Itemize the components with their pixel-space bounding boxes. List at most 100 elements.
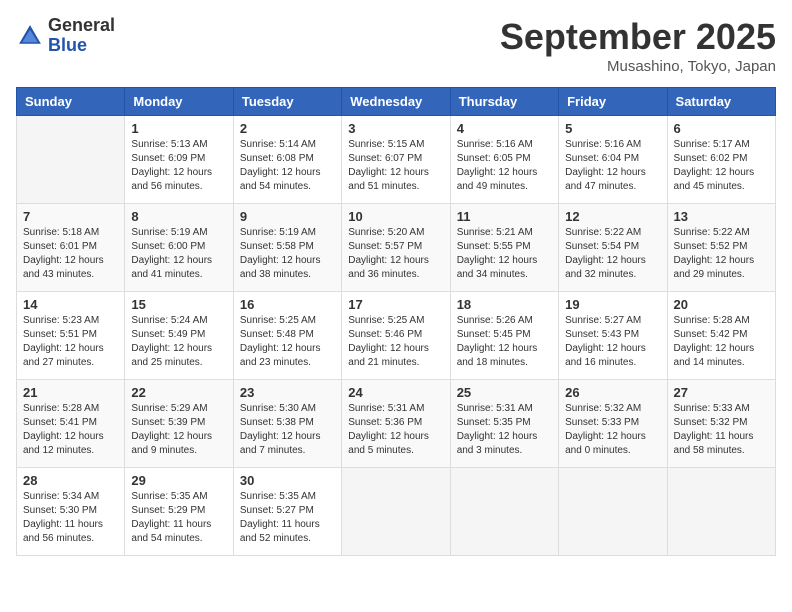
day-number: 29 bbox=[131, 473, 226, 488]
day-number: 21 bbox=[23, 385, 118, 400]
week-row-4: 21 Sunrise: 5:28 AM Sunset: 5:41 PM Dayli… bbox=[17, 380, 776, 468]
calendar-cell: 11 Sunrise: 5:21 AM Sunset: 5:55 PM Dayli… bbox=[450, 204, 558, 292]
calendar-cell bbox=[17, 116, 125, 204]
calendar-cell: 6Sunrise: 5:17 AM Sunset: 6:02 PM Daylig… bbox=[667, 116, 775, 204]
day-info: Sunrise: 5:20 AM Sunset: 5:57 PM Dayligh… bbox=[348, 226, 443, 282]
day-number: 18 bbox=[457, 297, 552, 312]
day-info: Sunrise: 5:23 AM Sunset: 5:51 PM Dayligh… bbox=[23, 314, 118, 370]
day-number: 19 bbox=[565, 297, 660, 312]
day-info: Sunrise: 5:33 AM Sunset: 5:32 PM Dayligh… bbox=[674, 402, 769, 458]
day-number: 12 bbox=[565, 209, 660, 224]
day-info: Sunrise: 5:28 AM Sunset: 5:42 PM Dayligh… bbox=[674, 314, 769, 370]
day-info: Sunrise: 5:22 AM Sunset: 5:54 PM Dayligh… bbox=[565, 226, 660, 282]
calendar-cell: 26 Sunrise: 5:32 AM Sunset: 5:33 PM Dayli… bbox=[559, 380, 667, 468]
day-info: Sunrise: 5:31 AM Sunset: 5:36 PM Dayligh… bbox=[348, 402, 443, 458]
day-number: 24 bbox=[348, 385, 443, 400]
day-info: Sunrise: 5:32 AM Sunset: 5:33 PM Dayligh… bbox=[565, 402, 660, 458]
calendar-cell: 9Sunrise: 5:19 AM Sunset: 5:58 PM Daylig… bbox=[233, 204, 341, 292]
day-info: Sunrise: 5:14 AM Sunset: 6:08 PM Dayligh… bbox=[240, 138, 335, 194]
day-info: Sunrise: 5:15 AM Sunset: 6:07 PM Dayligh… bbox=[348, 138, 443, 194]
calendar-cell bbox=[450, 468, 558, 556]
calendar-cell: 3Sunrise: 5:15 AM Sunset: 6:07 PM Daylig… bbox=[342, 116, 450, 204]
calendar-cell: 8 Sunrise: 5:19 AM Sunset: 6:00 PM Daylig… bbox=[125, 204, 233, 292]
day-number: 22 bbox=[131, 385, 226, 400]
day-number: 9 bbox=[240, 209, 335, 224]
day-number: 11 bbox=[457, 209, 552, 224]
day-number: 17 bbox=[348, 297, 443, 312]
weekday-header-friday: Friday bbox=[559, 88, 667, 116]
calendar-cell: 1 Sunrise: 5:13 AM Sunset: 6:09 PM Daylig… bbox=[125, 116, 233, 204]
calendar-cell: 2 Sunrise: 5:14 AM Sunset: 6:08 PM Daylig… bbox=[233, 116, 341, 204]
calendar-cell bbox=[559, 468, 667, 556]
week-row-5: 28 Sunrise: 5:34 AM Sunset: 5:30 PM Dayli… bbox=[17, 468, 776, 556]
weekday-header-row: SundayMondayTuesdayWednesdayThursdayFrid… bbox=[17, 88, 776, 116]
day-number: 7 bbox=[23, 209, 118, 224]
calendar-cell: 25Sunrise: 5:31 AM Sunset: 5:35 PM Dayli… bbox=[450, 380, 558, 468]
day-info: Sunrise: 5:26 AM Sunset: 5:45 PM Dayligh… bbox=[457, 314, 552, 370]
calendar-cell: 23 Sunrise: 5:30 AM Sunset: 5:38 PM Dayli… bbox=[233, 380, 341, 468]
day-number: 20 bbox=[674, 297, 769, 312]
day-number: 27 bbox=[674, 385, 769, 400]
calendar-cell bbox=[667, 468, 775, 556]
weekday-header-wednesday: Wednesday bbox=[342, 88, 450, 116]
day-number: 4 bbox=[457, 121, 552, 136]
calendar-cell bbox=[342, 468, 450, 556]
day-number: 8 bbox=[131, 209, 226, 224]
logo-text: General Blue bbox=[48, 16, 115, 56]
calendar-cell: 29 Sunrise: 5:35 AM Sunset: 5:29 PM Dayli… bbox=[125, 468, 233, 556]
title-area: September 2025 Musashino, Tokyo, Japan bbox=[500, 16, 776, 75]
calendar-cell: 5 Sunrise: 5:16 AM Sunset: 6:04 PM Daylig… bbox=[559, 116, 667, 204]
day-info: Sunrise: 5:16 AM Sunset: 6:05 PM Dayligh… bbox=[457, 138, 552, 194]
weekday-header-tuesday: Tuesday bbox=[233, 88, 341, 116]
day-number: 23 bbox=[240, 385, 335, 400]
day-info: Sunrise: 5:25 AM Sunset: 5:46 PM Dayligh… bbox=[348, 314, 443, 370]
calendar-cell: 10Sunrise: 5:20 AM Sunset: 5:57 PM Dayli… bbox=[342, 204, 450, 292]
location-title: Musashino, Tokyo, Japan bbox=[500, 58, 776, 75]
day-info: Sunrise: 5:22 AM Sunset: 5:52 PM Dayligh… bbox=[674, 226, 769, 282]
week-row-1: 1 Sunrise: 5:13 AM Sunset: 6:09 PM Daylig… bbox=[17, 116, 776, 204]
calendar-cell: 18 Sunrise: 5:26 AM Sunset: 5:45 PM Dayli… bbox=[450, 292, 558, 380]
day-number: 2 bbox=[240, 121, 335, 136]
day-info: Sunrise: 5:28 AM Sunset: 5:41 PM Dayligh… bbox=[23, 402, 118, 458]
calendar-cell: 7 Sunrise: 5:18 AM Sunset: 6:01 PM Daylig… bbox=[17, 204, 125, 292]
day-number: 1 bbox=[131, 121, 226, 136]
calendar-cell: 13 Sunrise: 5:22 AM Sunset: 5:52 PM Dayli… bbox=[667, 204, 775, 292]
day-number: 30 bbox=[240, 473, 335, 488]
day-number: 15 bbox=[131, 297, 226, 312]
day-number: 28 bbox=[23, 473, 118, 488]
day-info: Sunrise: 5:35 AM Sunset: 5:29 PM Dayligh… bbox=[131, 490, 226, 546]
day-number: 25 bbox=[457, 385, 552, 400]
logo: General Blue bbox=[16, 16, 115, 56]
calendar-cell: 24 Sunrise: 5:31 AM Sunset: 5:36 PM Dayli… bbox=[342, 380, 450, 468]
week-row-2: 7 Sunrise: 5:18 AM Sunset: 6:01 PM Daylig… bbox=[17, 204, 776, 292]
calendar-cell: 15 Sunrise: 5:24 AM Sunset: 5:49 PM Dayli… bbox=[125, 292, 233, 380]
day-number: 26 bbox=[565, 385, 660, 400]
day-info: Sunrise: 5:24 AM Sunset: 5:49 PM Dayligh… bbox=[131, 314, 226, 370]
header: General Blue September 2025 Musashino, T… bbox=[16, 16, 776, 75]
calendar-cell: 19 Sunrise: 5:27 AM Sunset: 5:43 PM Dayli… bbox=[559, 292, 667, 380]
weekday-header-sunday: Sunday bbox=[17, 88, 125, 116]
day-info: Sunrise: 5:19 AM Sunset: 6:00 PM Dayligh… bbox=[131, 226, 226, 282]
logo-icon bbox=[16, 22, 44, 50]
day-info: Sunrise: 5:13 AM Sunset: 6:09 PM Dayligh… bbox=[131, 138, 226, 194]
day-info: Sunrise: 5:21 AM Sunset: 5:55 PM Dayligh… bbox=[457, 226, 552, 282]
calendar-cell: 4 Sunrise: 5:16 AM Sunset: 6:05 PM Daylig… bbox=[450, 116, 558, 204]
day-number: 5 bbox=[565, 121, 660, 136]
day-number: 16 bbox=[240, 297, 335, 312]
weekday-header-monday: Monday bbox=[125, 88, 233, 116]
day-info: Sunrise: 5:35 AM Sunset: 5:27 PM Dayligh… bbox=[240, 490, 335, 546]
day-number: 14 bbox=[23, 297, 118, 312]
day-info: Sunrise: 5:16 AM Sunset: 6:04 PM Dayligh… bbox=[565, 138, 660, 194]
calendar-cell: 27 Sunrise: 5:33 AM Sunset: 5:32 PM Dayli… bbox=[667, 380, 775, 468]
month-title: September 2025 bbox=[500, 16, 776, 58]
calendar-cell: 17 Sunrise: 5:25 AM Sunset: 5:46 PM Dayli… bbox=[342, 292, 450, 380]
day-number: 13 bbox=[674, 209, 769, 224]
logo-blue-text: Blue bbox=[48, 36, 115, 56]
calendar-cell: 12 Sunrise: 5:22 AM Sunset: 5:54 PM Dayli… bbox=[559, 204, 667, 292]
day-info: Sunrise: 5:34 AM Sunset: 5:30 PM Dayligh… bbox=[23, 490, 118, 546]
day-info: Sunrise: 5:18 AM Sunset: 6:01 PM Dayligh… bbox=[23, 226, 118, 282]
day-info: Sunrise: 5:27 AM Sunset: 5:43 PM Dayligh… bbox=[565, 314, 660, 370]
calendar-cell: 22Sunrise: 5:29 AM Sunset: 5:39 PM Dayli… bbox=[125, 380, 233, 468]
day-info: Sunrise: 5:30 AM Sunset: 5:38 PM Dayligh… bbox=[240, 402, 335, 458]
day-number: 6 bbox=[674, 121, 769, 136]
